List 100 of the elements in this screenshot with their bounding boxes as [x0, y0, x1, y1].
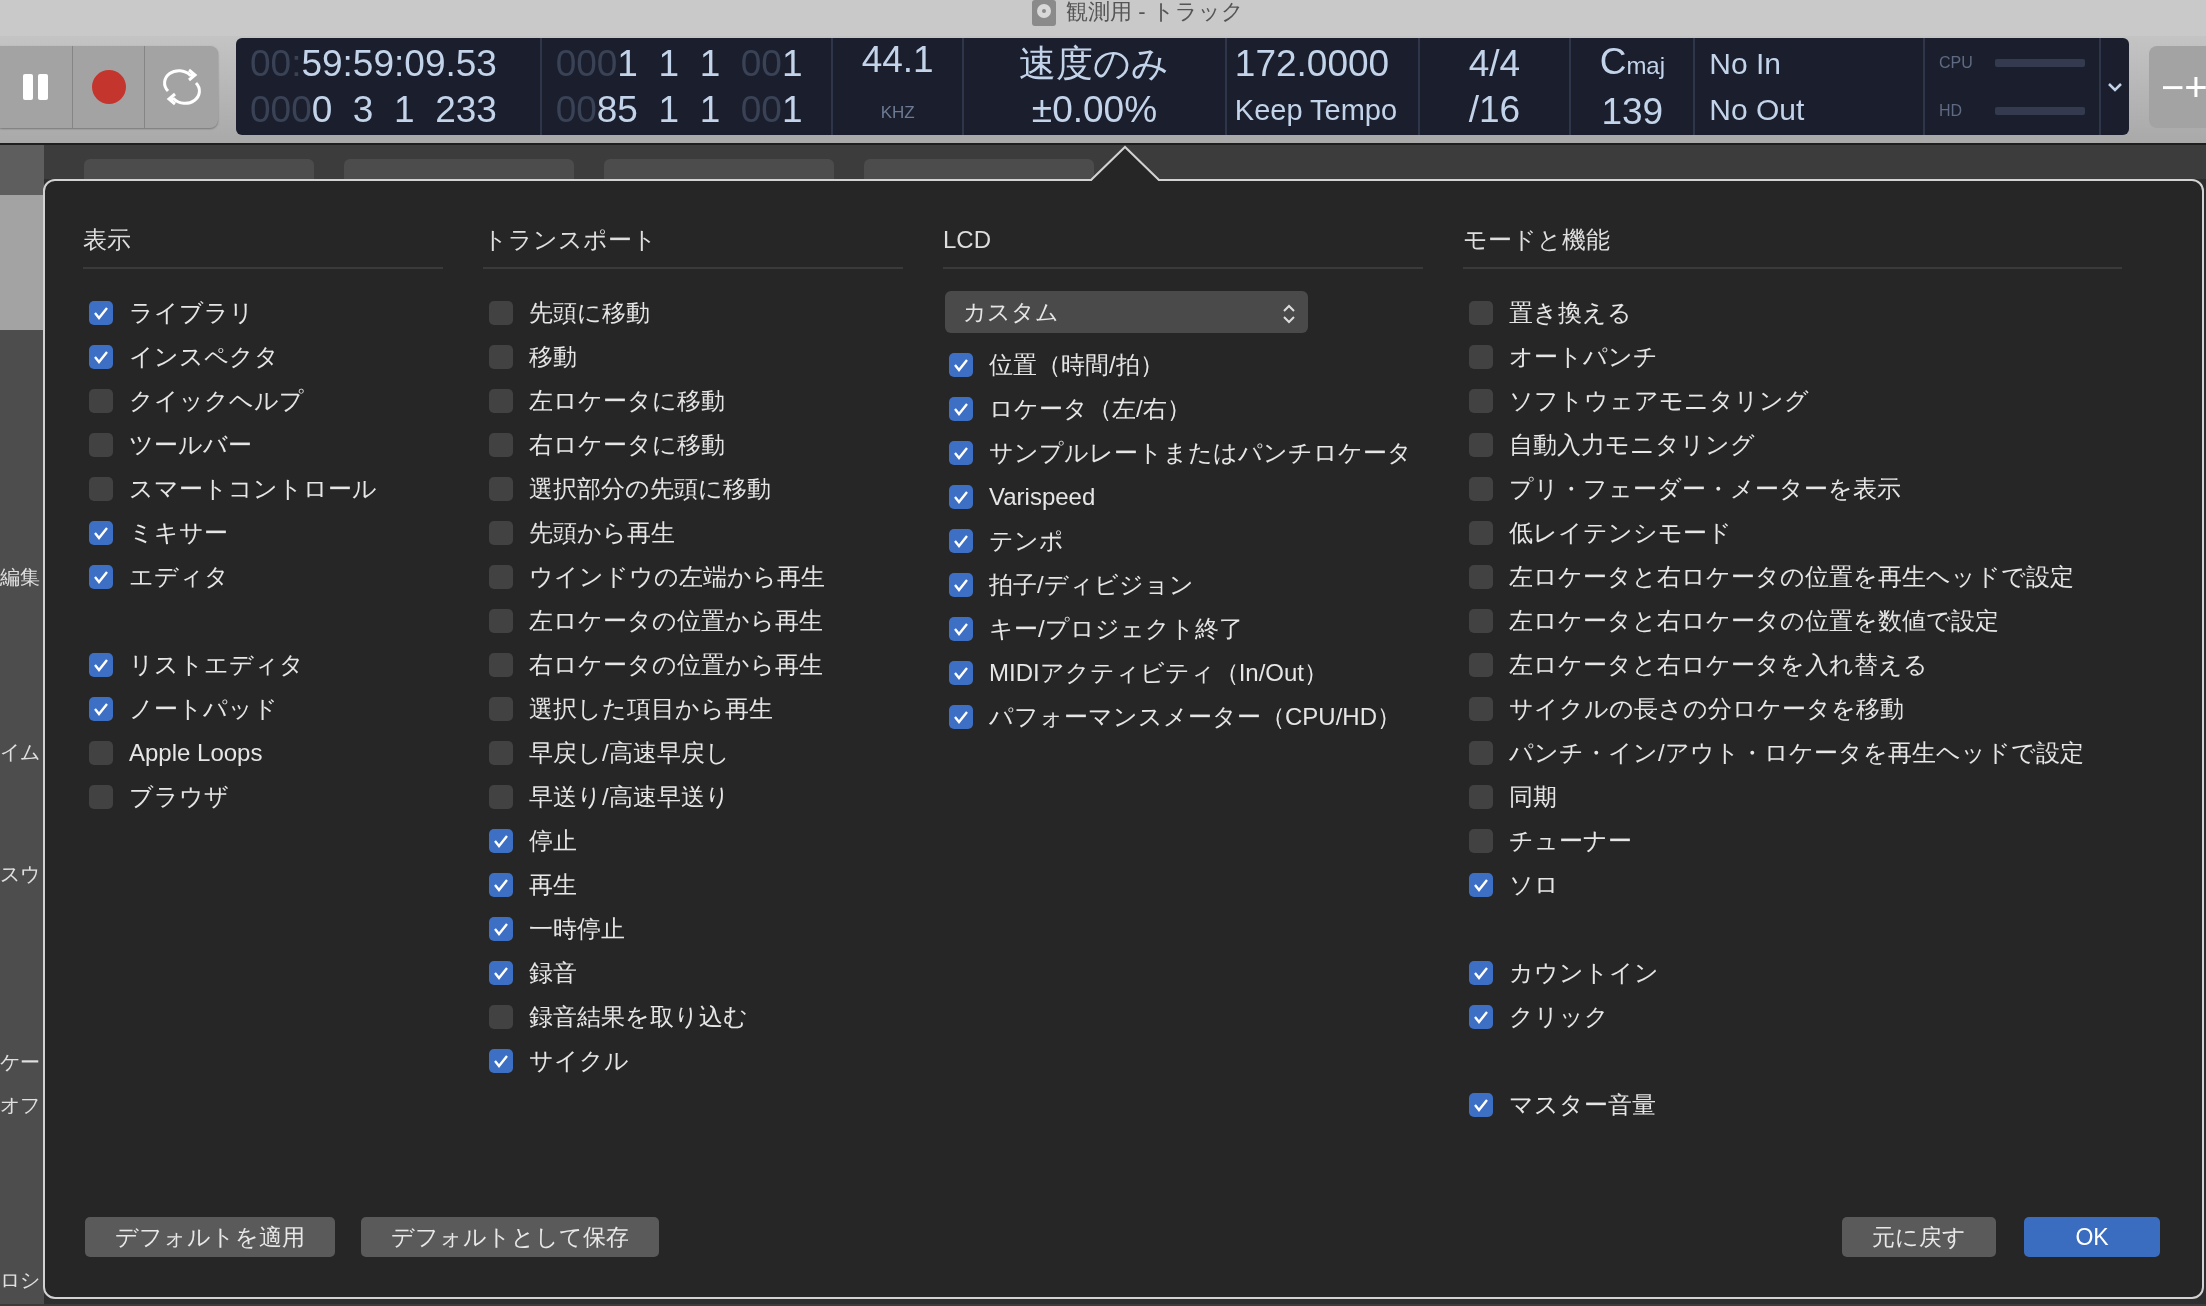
checkbox-label: 選択部分の先頭に移動 [529, 474, 771, 504]
checkbox[interactable] [489, 1005, 513, 1029]
checkbox[interactable] [89, 345, 113, 369]
checkbox[interactable] [1469, 785, 1493, 809]
checkbox[interactable] [949, 353, 973, 377]
checkmark-icon [93, 658, 109, 672]
dropdown[interactable]: カスタム [945, 291, 1308, 333]
checkbox[interactable] [1469, 653, 1493, 677]
toolbar-button[interactable] [344, 159, 574, 181]
checkbox[interactable] [489, 697, 513, 721]
dialog-button[interactable]: デフォルトとして保存 [361, 1217, 659, 1257]
toolbar-button[interactable] [864, 159, 1094, 181]
checkbox-label: スマートコントロール [129, 474, 377, 504]
checkbox[interactable] [1469, 345, 1493, 369]
section-heading: トランスポート [483, 225, 903, 269]
checkbox-label: 自動入力モニタリング [1509, 430, 1755, 460]
checkbox-label: ノートパッド [129, 694, 278, 724]
checkbox[interactable] [949, 573, 973, 597]
checkbox[interactable] [489, 1049, 513, 1073]
checkbox[interactable] [1469, 1005, 1493, 1029]
checkbox[interactable] [489, 609, 513, 633]
checkbox-label: エディタ [129, 562, 229, 592]
checkbox[interactable] [949, 397, 973, 421]
checkbox[interactable] [489, 873, 513, 897]
checkbox[interactable] [89, 477, 113, 501]
checkbox-label: オートパンチ [1509, 342, 1658, 372]
lcd-readout: Cmaj [1599, 39, 1666, 84]
checkbox[interactable] [489, 345, 513, 369]
toolbar-button[interactable] [604, 159, 834, 181]
checkmark-icon [493, 1054, 509, 1068]
checkbox-label: カウントイン [1509, 958, 1659, 988]
checkbox[interactable] [1469, 829, 1493, 853]
checkmark-icon [953, 534, 969, 548]
checkbox[interactable] [489, 917, 513, 941]
checkbox[interactable] [1469, 1093, 1493, 1117]
checkbox[interactable] [89, 697, 113, 721]
dialog-button[interactable]: デフォルトを適用 [85, 1217, 335, 1257]
dialog-button[interactable]: 元に戻す [1842, 1217, 1996, 1257]
checkbox[interactable] [949, 617, 973, 641]
checkbox[interactable] [949, 485, 973, 509]
checkmark-icon [93, 306, 109, 320]
checkbox[interactable] [1469, 873, 1493, 897]
chevron-icon [2107, 81, 2123, 92]
window-title: 観測用 - トラック [1066, 0, 1244, 26]
checkbox[interactable] [1469, 477, 1493, 501]
checkbox[interactable] [89, 653, 113, 677]
checkbox[interactable] [1469, 565, 1493, 589]
checkbox[interactable] [489, 785, 513, 809]
checkbox[interactable] [89, 389, 113, 413]
checkbox[interactable] [489, 433, 513, 457]
checkbox[interactable] [949, 441, 973, 465]
checkbox-label: マスター音量 [1509, 1090, 1656, 1120]
checkbox-label: パンチ・イン/アウト・ロケータを再生ヘッドで設定 [1509, 738, 2084, 768]
panel-label: オフ [0, 1093, 41, 1118]
checkbox[interactable] [489, 301, 513, 325]
checkbox[interactable] [1469, 961, 1493, 985]
checkbox[interactable] [489, 961, 513, 985]
checkbox[interactable] [1469, 301, 1493, 325]
checkbox[interactable] [1469, 433, 1493, 457]
checkmark-icon [953, 446, 969, 460]
checkbox-label: 停止 [529, 826, 577, 856]
checkbox[interactable] [89, 741, 113, 765]
ok-button[interactable]: OK [2024, 1217, 2160, 1257]
checkbox[interactable] [1469, 741, 1493, 765]
checkbox[interactable] [1469, 609, 1493, 633]
checkbox[interactable] [949, 661, 973, 685]
checkbox[interactable] [489, 829, 513, 853]
checkbox-label: クイックヘルプ [129, 386, 304, 416]
checkbox-label: テンポ [989, 526, 1064, 556]
checkmark-icon [953, 710, 969, 724]
panel-label: ケー [0, 1050, 41, 1075]
panel-label: スウ [0, 862, 41, 887]
checkbox-label: 移動 [529, 342, 577, 372]
checkbox[interactable] [89, 521, 113, 545]
panel-label: イム [0, 740, 41, 765]
checkbox[interactable] [949, 705, 973, 729]
toolbar-button[interactable] [84, 159, 314, 181]
checkbox-label: 先頭から再生 [529, 518, 675, 548]
checkbox[interactable] [89, 301, 113, 325]
checkbox[interactable] [1469, 521, 1493, 545]
lcd-readout: 4/4 [1468, 41, 1521, 86]
checkbox[interactable] [489, 521, 513, 545]
checkbox[interactable] [489, 389, 513, 413]
checkbox[interactable] [489, 565, 513, 589]
checkbox[interactable] [89, 785, 113, 809]
checkbox[interactable] [949, 529, 973, 553]
lcd-readout: Keep Tempo [1234, 92, 1399, 128]
checkmark-icon [953, 622, 969, 636]
lcd-readout: No In [1709, 45, 1782, 82]
checkbox[interactable] [489, 653, 513, 677]
checkbox-label: 左ロケータに移動 [529, 386, 725, 416]
checkbox-label: 録音結果を取り込む [529, 1002, 748, 1032]
checkbox-label: 右ロケータに移動 [529, 430, 725, 460]
checkbox[interactable] [89, 433, 113, 457]
checkbox[interactable] [1469, 697, 1493, 721]
checkbox[interactable] [489, 477, 513, 501]
checkbox[interactable] [89, 565, 113, 589]
checkbox[interactable] [1469, 389, 1493, 413]
checkbox[interactable] [489, 741, 513, 765]
checkbox-label: サイクルの長さの分ロケータを移動 [1509, 694, 1904, 724]
